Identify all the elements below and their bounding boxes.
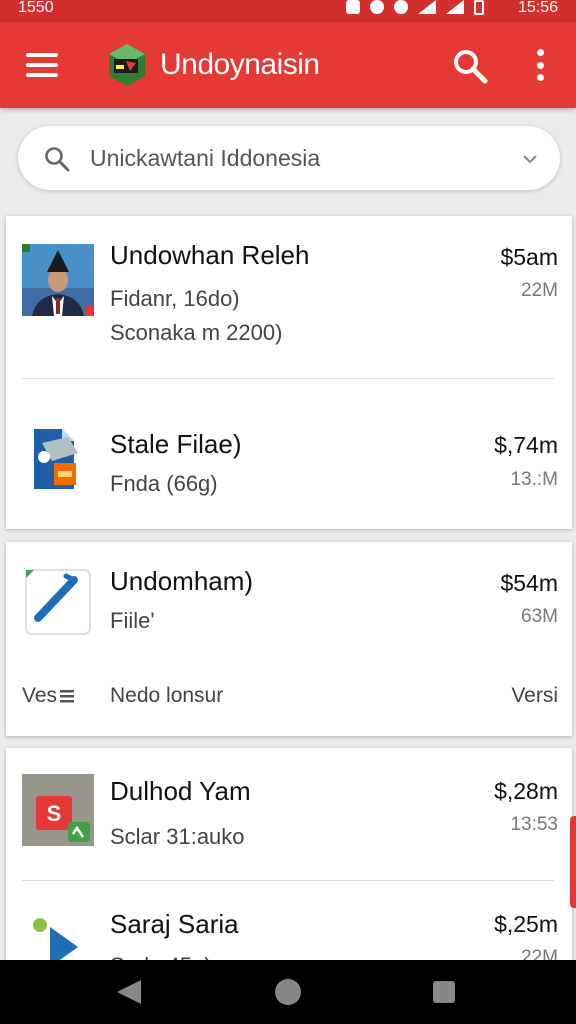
item-price: $,74m bbox=[494, 432, 558, 458]
version-label-text: Ves bbox=[22, 684, 58, 707]
edit-pencil-icon bbox=[25, 569, 91, 635]
signal-icon-2 bbox=[446, 0, 464, 14]
list-item[interactable]: S Dulhod Yam Sclar 31:auko $,28m 13:53 bbox=[6, 748, 572, 880]
recents-icon[interactable] bbox=[433, 981, 455, 1003]
app-card-2: Undomham) Fiile' $54m 63M Ves Nedo lonsu… bbox=[6, 542, 572, 736]
status-icons bbox=[346, 0, 484, 16]
item-size: 22M bbox=[521, 280, 558, 301]
list-icon bbox=[60, 690, 75, 703]
notification-icon bbox=[346, 0, 360, 14]
item-price: $54m bbox=[500, 570, 558, 596]
menu-icon[interactable] bbox=[26, 53, 58, 77]
app-card-1: Undowhan Releh Fidanr, 16do) Sconaka m 2… bbox=[6, 216, 572, 529]
item-subtitle-2: Sconaka m 2200) bbox=[110, 320, 283, 345]
item-subtitle: Sclar 31:auko bbox=[110, 824, 245, 849]
item-name: Undowhan Releh bbox=[110, 240, 310, 270]
item-subtitle: Fnda (66g) bbox=[110, 471, 218, 496]
search-bar[interactable] bbox=[18, 126, 560, 190]
item-price: $,25m bbox=[494, 911, 558, 937]
status-bar: 1550 15:56 bbox=[0, 0, 576, 22]
battery-icon bbox=[474, 0, 484, 15]
footer-middle-label: Nedo lonsur bbox=[110, 684, 224, 707]
wifi-icon bbox=[394, 0, 408, 14]
item-size: 13:53 bbox=[510, 814, 558, 835]
item-name: Undomham) bbox=[110, 566, 254, 596]
item-size: 13.:M bbox=[510, 469, 558, 490]
item-price: $,28m bbox=[494, 778, 558, 804]
app-bar: Undoynaisin bbox=[0, 22, 576, 108]
home-icon[interactable] bbox=[275, 979, 301, 1005]
svg-text:S: S bbox=[47, 801, 62, 826]
item-name: Stale Filae) bbox=[110, 429, 242, 459]
list-item[interactable]: Stale Filae) Fnda (66g) $,74m 13.:M bbox=[6, 379, 572, 529]
signal-icon bbox=[418, 0, 436, 14]
app-logo-icon bbox=[109, 44, 145, 86]
side-scroll-tab[interactable] bbox=[570, 816, 576, 908]
app-card-3: S Dulhod Yam Sclar 31:auko $,28m 13:53 S… bbox=[6, 748, 572, 978]
search-icon[interactable] bbox=[452, 48, 488, 84]
app-store-icon: S bbox=[22, 774, 94, 846]
item-size: 63M bbox=[521, 606, 558, 627]
alarm-icon bbox=[370, 0, 384, 14]
list-item[interactable]: Undowhan Releh Fidanr, 16do) Sconaka m 2… bbox=[6, 216, 572, 378]
chevron-down-icon[interactable] bbox=[522, 151, 538, 167]
search-field-icon bbox=[45, 147, 70, 172]
portrait-thumbnail bbox=[22, 244, 94, 316]
item-name: Saraj Saria bbox=[110, 909, 239, 939]
status-time-left: 1550 bbox=[18, 0, 54, 16]
search-input[interactable] bbox=[90, 138, 510, 178]
item-price: $5am bbox=[500, 244, 558, 270]
more-vert-icon[interactable] bbox=[531, 49, 549, 81]
item-subtitle: Fidanr, 16do) bbox=[110, 286, 240, 311]
list-item[interactable]: Undomham) Fiile' $54m 63M bbox=[6, 542, 572, 662]
file-document-icon bbox=[34, 429, 78, 489]
item-name: Dulhod Yam bbox=[110, 776, 251, 806]
status-time-right: 15:56 bbox=[517, 0, 558, 16]
app-title: Undoynaisin bbox=[160, 48, 320, 81]
system-nav-bar bbox=[0, 960, 576, 1024]
version-label: Ves bbox=[22, 684, 75, 708]
back-icon[interactable] bbox=[117, 980, 141, 1004]
footer-version-link[interactable]: Versi bbox=[511, 684, 558, 708]
item-subtitle: Fiile' bbox=[110, 608, 155, 633]
